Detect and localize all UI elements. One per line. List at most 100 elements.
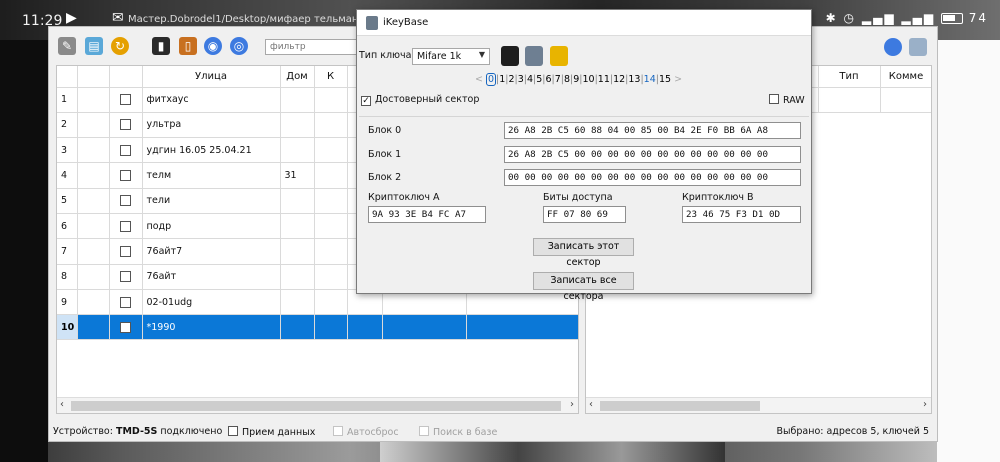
scroll-left-icon[interactable]: ‹ [589, 399, 593, 410]
access-bits-field[interactable]: FF 07 80 69 [543, 206, 626, 223]
page-link-0[interactable]: 0 [485, 73, 497, 86]
refresh-icon[interactable]: ↻ [111, 37, 129, 55]
scroll-left-icon[interactable]: ‹ [60, 399, 64, 410]
key-blue-icon[interactable]: ◉ [204, 37, 222, 55]
row-street: ультра [142, 112, 281, 139]
tools-icon[interactable]: ✎ [58, 37, 76, 55]
checkbox-box[interactable] [333, 426, 343, 436]
keyB-field[interactable]: 23 46 75 F3 D1 0D [682, 206, 801, 223]
row-checkbox[interactable] [109, 162, 143, 189]
raw-check[interactable] [769, 94, 779, 104]
row-street: фитхаус [142, 87, 281, 113]
page-link-11[interactable]: 11 [598, 74, 610, 85]
block2-field[interactable]: 00 00 00 00 00 00 00 00 00 00 00 00 00 0… [504, 169, 801, 186]
keyB-label: Криптоключ В [682, 192, 754, 203]
row-blank [77, 314, 110, 341]
key-type-label: Тип ключа: [359, 50, 415, 61]
row-checkbox[interactable] [109, 112, 143, 139]
device-icon[interactable]: ▯ [179, 37, 197, 55]
row-street: тели [142, 188, 281, 214]
checkbox-box[interactable] [228, 426, 238, 436]
scroll-right-icon[interactable]: › [923, 399, 927, 410]
block0-field[interactable]: 26 A8 2B C5 60 88 04 00 85 00 B4 2E F0 B… [504, 122, 801, 139]
receive-data-checkbox[interactable]: Прием данных [228, 426, 315, 438]
key-blue2-icon[interactable]: ◎ [230, 37, 248, 55]
device-label: Устройство: [53, 426, 113, 437]
checkbox-box[interactable] [119, 144, 131, 156]
header-street[interactable]: Улица [142, 66, 281, 88]
page-link-10[interactable]: 10 [582, 74, 594, 85]
row-checkbox[interactable] [109, 289, 143, 316]
checkbox-box[interactable] [119, 321, 131, 333]
page-link-14[interactable]: 14 [644, 74, 656, 85]
row-checkbox[interactable] [109, 137, 143, 164]
trusted-label: Достоверный сектор [375, 94, 480, 105]
checkbox-box[interactable] [119, 245, 131, 257]
checkbox-box[interactable] [119, 220, 131, 232]
reader-icon[interactable]: ▮ [152, 37, 170, 55]
row-checkbox[interactable] [109, 188, 143, 214]
write-all-button[interactable]: Записать все сектора [533, 272, 634, 302]
dialog-title: iKeyBase [383, 17, 429, 28]
page-link-15[interactable]: 15 [659, 74, 671, 85]
media-icon: ▶ [66, 10, 77, 26]
key-type-select[interactable]: Mifare 1k ▼ [412, 48, 490, 65]
book-icon[interactable] [909, 38, 927, 56]
raw-checkbox[interactable]: RAW [769, 94, 805, 106]
row-number: 7 [57, 238, 78, 265]
page-prev-button[interactable]: < [475, 74, 486, 85]
row-street: телм [142, 162, 281, 189]
signal2-icon: ▂▄▆ [901, 11, 936, 25]
app-icon [366, 16, 378, 30]
header-house[interactable]: Дом [280, 66, 315, 88]
write-sector-button[interactable]: Записать этот сектор [533, 238, 634, 268]
row-blank [77, 213, 110, 240]
row-checkbox[interactable] [109, 264, 143, 290]
checkbox-box[interactable] [119, 195, 131, 207]
shield-icon[interactable] [525, 46, 543, 66]
row-number: 8 [57, 264, 78, 290]
alarm-icon: ◷ [843, 11, 857, 25]
open-folder-icon[interactable]: ▤ [85, 37, 103, 55]
right-scroll-thumb[interactable] [600, 401, 760, 411]
row-col9 [466, 314, 578, 341]
row-checkbox[interactable] [109, 314, 143, 341]
table-row[interactable]: 10 *1990 [57, 314, 578, 341]
row-street: 76айт [142, 264, 281, 290]
block1-field[interactable]: 26 A8 2B C5 00 00 00 00 00 00 00 00 00 0… [504, 146, 801, 163]
checkbox-box[interactable] [119, 170, 131, 182]
autoreset-checkbox[interactable]: Автосброс [333, 426, 399, 438]
checkbox-box[interactable] [119, 119, 131, 131]
filter-input[interactable] [265, 39, 357, 55]
row-number: 9 [57, 289, 78, 316]
row-checkbox[interactable] [109, 238, 143, 265]
edit-key-icon[interactable] [550, 46, 568, 66]
left-scroll-thumb[interactable] [71, 401, 561, 411]
checkbox-box[interactable] [119, 296, 131, 308]
left-hscrollbar[interactable]: ‹ › [57, 397, 578, 413]
row-street: подр [142, 213, 281, 240]
checkbox-box[interactable] [119, 271, 131, 283]
page-link-13[interactable]: 13 [628, 74, 640, 85]
receive-label: Прием данных [242, 427, 316, 438]
keys-header-type[interactable]: Тип [818, 66, 881, 88]
dialog-titlebar[interactable]: iKeyBase [357, 10, 811, 36]
checkbox-box[interactable] [419, 426, 429, 436]
row-checkbox[interactable] [109, 87, 143, 113]
search-base-checkbox[interactable]: Поиск в базе [419, 426, 497, 438]
keys-header-comment[interactable]: Комме [880, 66, 931, 88]
keyA-field[interactable]: 9A 93 3E B4 FC A7 [368, 206, 486, 223]
row-checkbox[interactable] [109, 213, 143, 240]
trusted-sector-checkbox[interactable]: ✓ Достоверный сектор [361, 94, 479, 106]
checkbox-box[interactable] [119, 94, 131, 106]
scroll-right-icon[interactable]: › [570, 399, 574, 410]
page-next-button[interactable]: > [671, 74, 682, 85]
header-k[interactable]: К [314, 66, 348, 88]
header-num [57, 66, 78, 88]
info-icon[interactable] [884, 38, 902, 56]
reader-icon[interactable] [501, 46, 519, 66]
right-hscrollbar[interactable]: ‹ › [586, 397, 931, 413]
trusted-check[interactable]: ✓ [361, 96, 371, 106]
page-link-12[interactable]: 12 [613, 74, 625, 85]
row-house [280, 112, 315, 139]
